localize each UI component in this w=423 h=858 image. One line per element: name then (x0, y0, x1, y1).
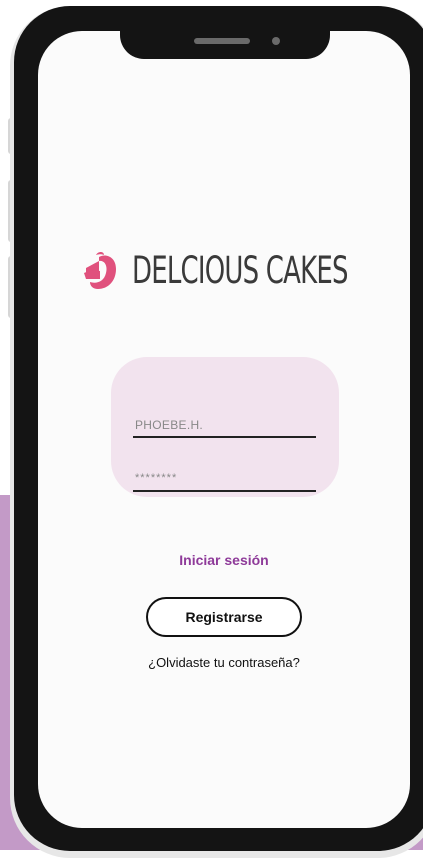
password-value: ******** (135, 472, 178, 484)
brand-logo: DELCIOUS CAKES (82, 249, 409, 292)
login-link[interactable]: Iniciar sesión (38, 552, 410, 568)
cake-slice-icon (82, 251, 120, 291)
speaker-grille (194, 38, 250, 44)
forgot-password-link[interactable]: ¿Olvidaste tu contraseña? (38, 655, 410, 670)
phone-notch (120, 31, 330, 59)
phone-screen: DELCIOUS CAKES PHOEBE.H. ******** Inicia… (38, 31, 410, 828)
brand-name: DELCIOUS CAKES (132, 249, 348, 292)
login-card: PHOEBE.H. ******** (111, 357, 339, 497)
front-camera (272, 37, 280, 45)
username-value: PHOEBE.H. (135, 418, 204, 432)
register-button[interactable]: Registrarse (146, 597, 302, 637)
username-field[interactable]: PHOEBE.H. (133, 412, 316, 438)
password-field[interactable]: ******** (133, 466, 316, 492)
